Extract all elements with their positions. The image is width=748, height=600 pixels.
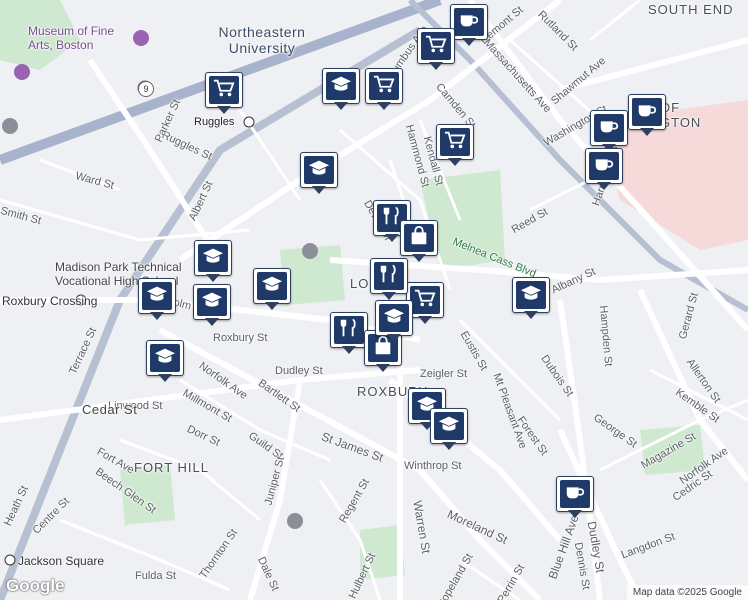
map-pin-coffee[interactable] xyxy=(556,476,594,520)
street-label: Fulda St xyxy=(135,570,176,582)
cart-icon xyxy=(425,34,447,59)
street-label: Cedar St xyxy=(82,402,138,417)
label-jackson-square[interactable]: Jackson Square xyxy=(18,554,104,568)
label-northeastern[interactable]: Northeastern University xyxy=(202,24,322,56)
label-lower-roxbury: LO xyxy=(350,276,370,291)
map-pin-school[interactable] xyxy=(193,284,231,328)
label-museum[interactable]: Museum of Fine Arts, Boston xyxy=(28,24,138,52)
cart-icon xyxy=(373,74,395,99)
label-roxbury-crossing[interactable]: Roxbury Crossing xyxy=(2,294,97,308)
map-attribution[interactable]: Map data ©2025 Google xyxy=(626,585,748,600)
map-pin-school[interactable] xyxy=(253,268,291,312)
cart-icon xyxy=(213,78,235,103)
school-icon xyxy=(146,284,168,309)
school-icon xyxy=(154,346,176,371)
map-pin-coffee[interactable] xyxy=(450,4,488,48)
street-label: Roxbury St xyxy=(213,332,268,344)
map-pin-restaurant[interactable] xyxy=(370,258,408,302)
label-south-end: SOUTH END xyxy=(648,2,734,17)
coffee-icon xyxy=(458,10,480,35)
map-canvas[interactable]: SOUTH END Museum of Fine Arts, Boston No… xyxy=(0,0,748,600)
map-pin-school[interactable] xyxy=(138,278,176,322)
google-logo: Google xyxy=(6,576,65,595)
restaurant-icon xyxy=(378,264,400,289)
map-pin-school[interactable] xyxy=(430,408,468,452)
map-pin-school[interactable] xyxy=(300,152,338,196)
coffee-icon xyxy=(636,100,658,125)
map-pin-cart[interactable] xyxy=(417,28,455,72)
school-icon xyxy=(520,283,542,308)
label-city-of-boston: OF GTON xyxy=(660,100,702,130)
restaurant-icon xyxy=(338,318,360,343)
map-pin-school[interactable] xyxy=(194,240,232,284)
map-pin-school[interactable] xyxy=(375,300,413,344)
map-pin-cart[interactable] xyxy=(436,124,474,168)
school-icon xyxy=(383,306,405,331)
map-pin-coffee[interactable] xyxy=(585,148,623,192)
map-pin-cart[interactable] xyxy=(365,68,403,112)
cart-icon xyxy=(414,288,436,313)
map-pin-school[interactable] xyxy=(146,340,184,384)
coffee-icon xyxy=(564,482,586,507)
map-pin-coffee[interactable] xyxy=(628,94,666,138)
map-pin-restaurant[interactable] xyxy=(330,312,368,356)
label-fort-hill: FORT HILL xyxy=(134,460,209,475)
shopping-bag-icon xyxy=(408,225,430,251)
street-label: Dudley St xyxy=(275,365,323,377)
school-icon xyxy=(201,290,223,315)
coffee-icon xyxy=(593,154,615,179)
school-icon xyxy=(438,414,460,439)
coffee-icon xyxy=(598,116,620,141)
school-icon xyxy=(308,158,330,183)
school-icon xyxy=(261,274,283,299)
school-icon xyxy=(330,74,352,99)
map-pin-school[interactable] xyxy=(512,277,550,321)
cart-icon xyxy=(444,130,466,155)
map-pin-school[interactable] xyxy=(322,68,360,112)
street-label: Winthrop St xyxy=(404,460,462,472)
map-pin-cart[interactable] xyxy=(205,72,243,116)
label-ruggles[interactable]: Ruggles xyxy=(194,116,234,128)
route-9-shield: 9 xyxy=(138,81,154,97)
street-label: Zeigler St xyxy=(420,368,468,380)
school-icon xyxy=(202,246,224,271)
